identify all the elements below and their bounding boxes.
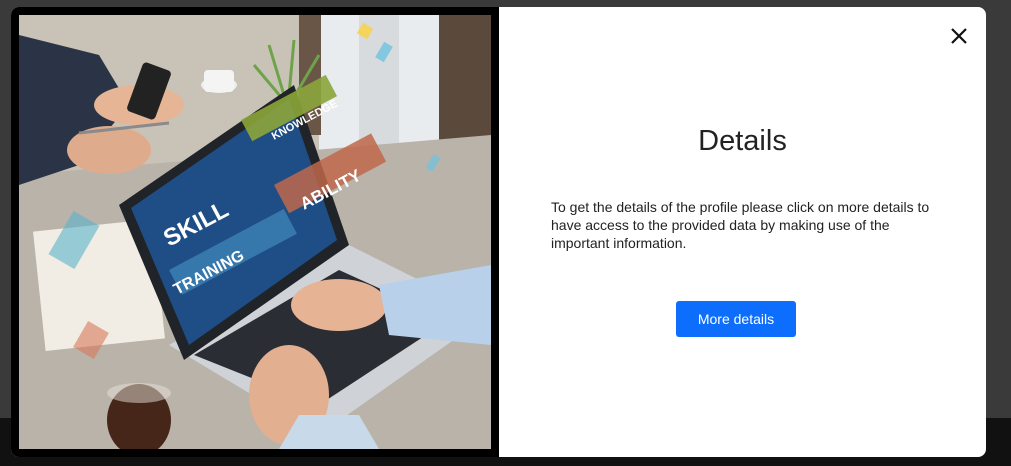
modal-title: Details: [698, 125, 787, 157]
modal-image-frame: SKILL TRAINING KNOWLEDGE ABILITY: [11, 7, 499, 457]
close-icon: [951, 28, 967, 44]
close-button[interactable]: [946, 23, 972, 49]
modal-description: To get the details of the profile please…: [551, 199, 930, 251]
more-details-button[interactable]: More details: [676, 301, 796, 337]
details-modal: SKILL TRAINING KNOWLEDGE ABILITY Details…: [11, 7, 986, 457]
laptop-skills-image: SKILL TRAINING KNOWLEDGE ABILITY: [19, 15, 491, 449]
